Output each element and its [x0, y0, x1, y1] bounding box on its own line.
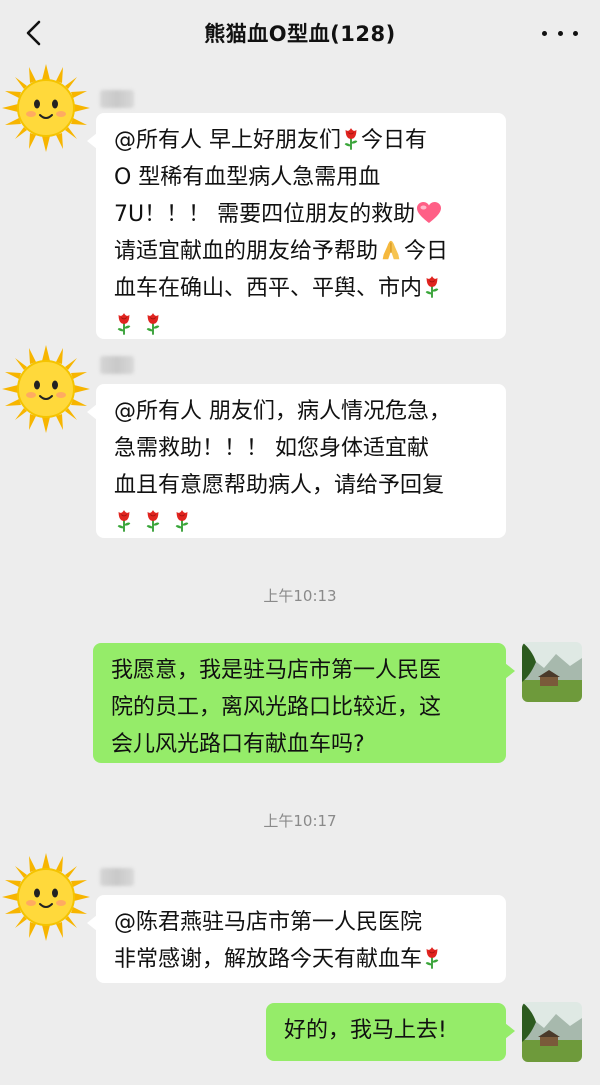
chat-title: 熊猫血O型血(128) — [204, 22, 396, 46]
sun-avatar-icon[interactable] — [0, 62, 92, 154]
message-bubble-4[interactable]: @陈君燕驻马店市第一人民医院 非常感谢，解放路今天有献血车 — [87, 895, 506, 983]
sun-avatar-icon[interactable] — [0, 851, 92, 943]
rose-icon — [115, 507, 133, 533]
heart-icon — [416, 201, 442, 225]
sender-name-blurred — [100, 868, 134, 886]
sender-name-blurred — [100, 356, 134, 374]
message-bubble-5[interactable]: 好的，我马上去! — [266, 1003, 515, 1061]
rose-icon — [115, 310, 133, 336]
user-avatar-icon[interactable] — [522, 642, 582, 702]
message-bubble-3[interactable]: 我愿意，我是驻马店市第一人民医 院的员工，离风光路口比较近，这 会儿风光路口有献… — [93, 643, 515, 763]
rose-icon — [144, 507, 162, 533]
rose-icon — [144, 310, 162, 336]
rose-icon — [423, 944, 441, 970]
sun-avatar-icon[interactable] — [0, 343, 92, 435]
more-options-icon[interactable] — [542, 20, 578, 46]
message-bubble-1[interactable]: @所有人 早上好朋友们 今日有 O 型稀有血型病人急需用血 7U！！！ 需要四位朋… — [87, 113, 506, 339]
message-bubble-2[interactable]: @所有人 朋友们，病人情况危急， 急需救助！！！ 如您身体适宜献 血且有意愿帮助… — [87, 384, 506, 538]
chat-header: 熊猫血O型血(128) — [0, 0, 600, 66]
user-avatar-icon[interactable] — [522, 1002, 582, 1062]
pray-icon — [379, 238, 403, 262]
rose-icon — [342, 125, 360, 151]
rose-icon — [173, 507, 191, 533]
rose-icon — [423, 273, 441, 299]
timestamp: 上午10:17 — [263, 812, 337, 830]
sender-name-blurred — [100, 90, 134, 108]
back-arrow-icon[interactable] — [20, 18, 50, 48]
timestamp: 上午10:13 — [263, 587, 337, 605]
